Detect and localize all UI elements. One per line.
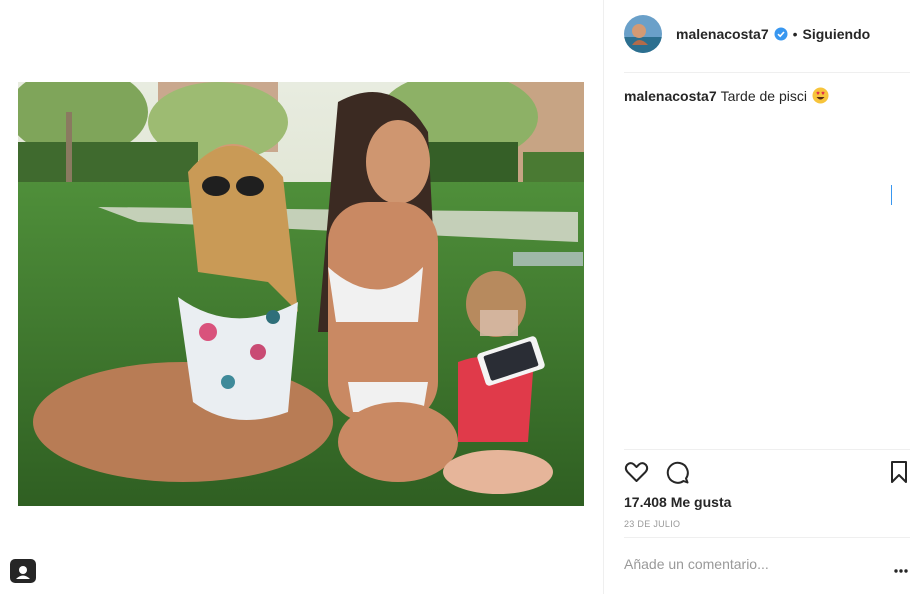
follow-button[interactable]: Siguiendo: [803, 26, 871, 42]
panel-divider: [603, 0, 604, 594]
heart-icon[interactable]: [624, 460, 649, 489]
comment-divider: [624, 537, 910, 538]
post-date[interactable]: 23 DE JULIO: [624, 519, 680, 529]
caption: malenacosta7 Tarde de pisci: [624, 87, 829, 104]
post-photo[interactable]: [18, 82, 584, 506]
separator-dot: •: [792, 26, 798, 42]
verified-badge-icon: [774, 27, 788, 41]
bookmark-icon[interactable]: [890, 460, 908, 489]
avatar[interactable]: [624, 15, 662, 53]
caption-text: Tarde de pisci: [720, 87, 807, 104]
comment-input[interactable]: [624, 556, 884, 572]
header-divider: [624, 72, 910, 73]
actions-divider: [624, 449, 910, 450]
heart-eyes-emoji: [812, 87, 829, 104]
more-options-icon[interactable]: [894, 560, 908, 578]
user-tag-icon[interactable]: [10, 559, 36, 583]
username-link[interactable]: malenacosta7: [676, 26, 769, 42]
post-actions: [624, 460, 910, 486]
comments-scrollbar[interactable]: [891, 185, 892, 205]
likes-count[interactable]: 17.408 Me gusta: [624, 494, 731, 510]
caption-username-link[interactable]: malenacosta7: [624, 88, 717, 104]
comment-icon[interactable]: [665, 460, 689, 489]
post-header: malenacosta7 • Siguiendo: [624, 14, 870, 54]
